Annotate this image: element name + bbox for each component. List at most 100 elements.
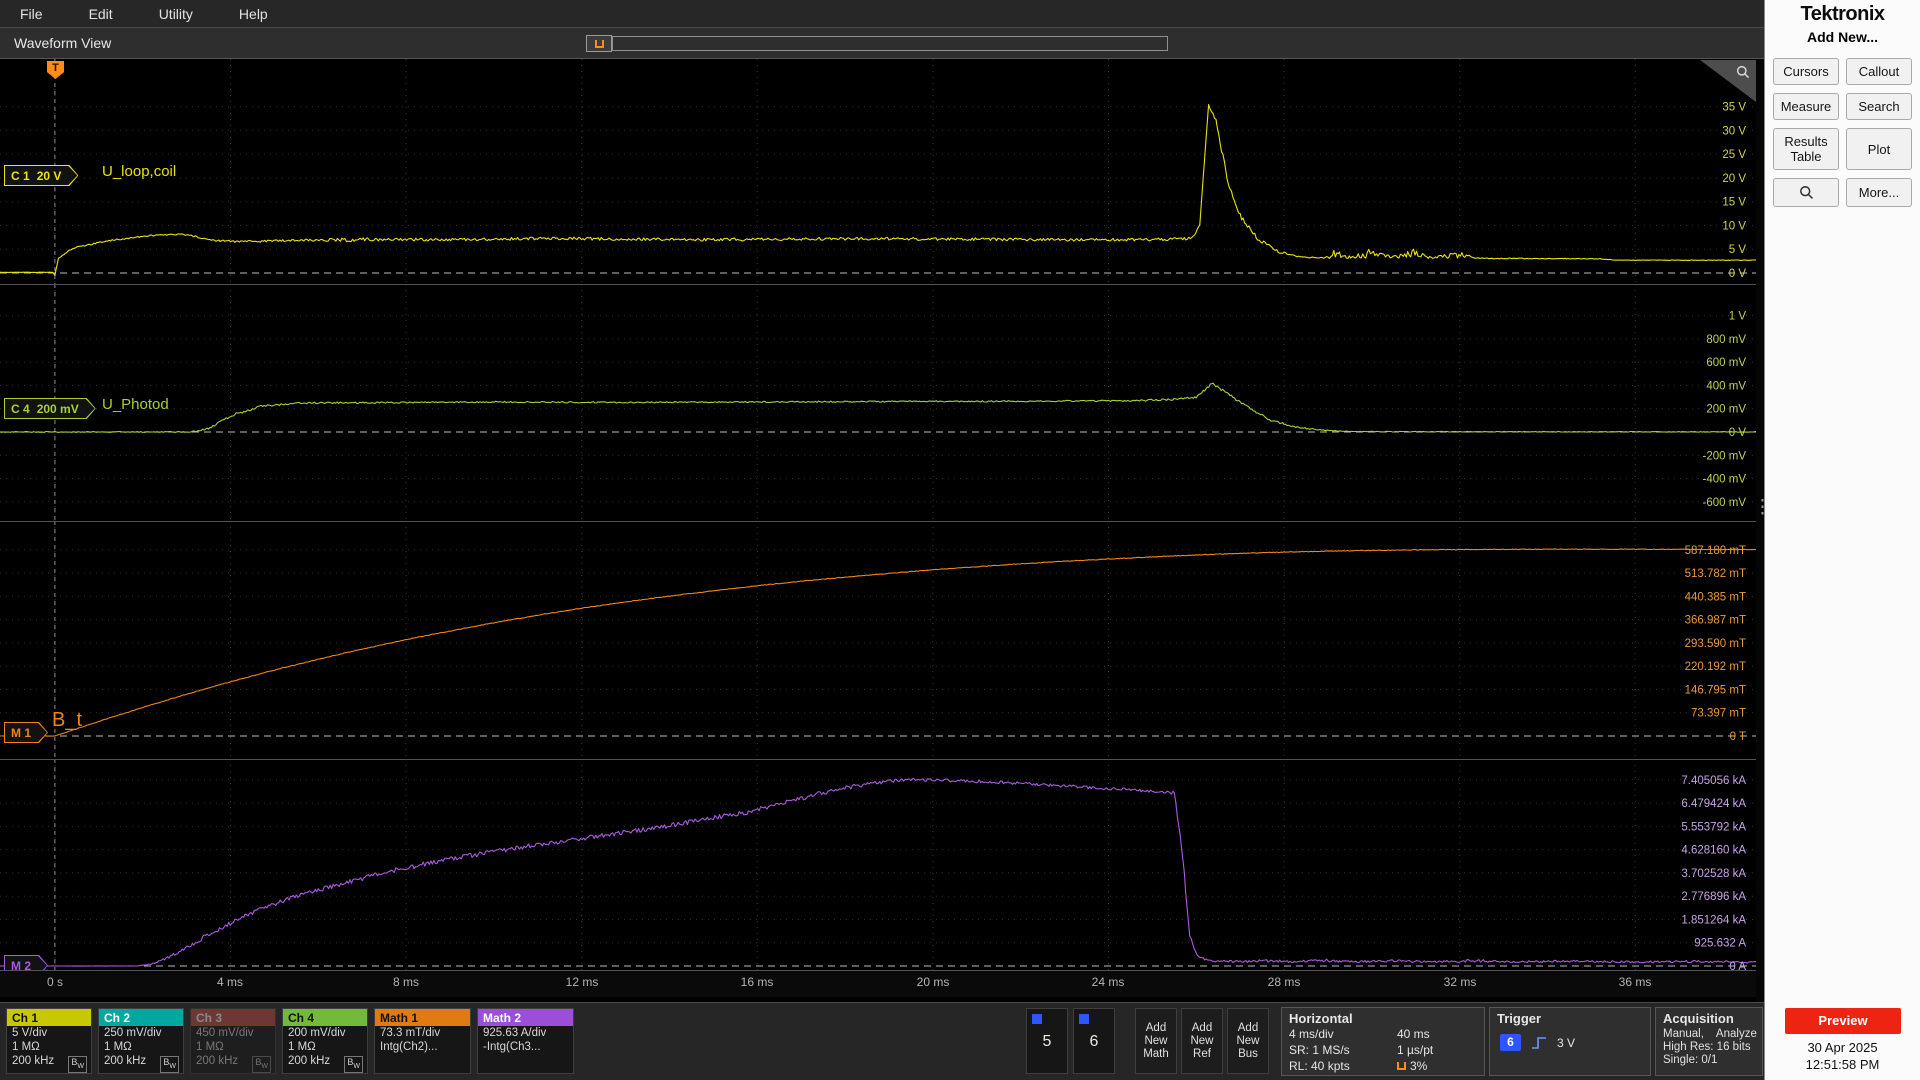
cursors-button[interactable]: Cursors <box>1773 58 1839 85</box>
channel-6-indicator <box>1079 1014 1089 1024</box>
badge-detail: 200 kHz BW <box>283 1054 367 1073</box>
menu-utility[interactable]: Utility <box>159 6 193 22</box>
y-axis-tick-label: -200 mV <box>1703 450 1747 462</box>
waveform-view-titlebar: Waveform View <box>0 28 1764 59</box>
y-axis-tick-label: 4.628160 kA <box>1681 845 1746 857</box>
record-length: RL: 40 kpts <box>1289 1059 1350 1073</box>
waveform-plot-area[interactable]: 7.405056 kA 6.479424 kA 5.553792 kA 4.62816… <box>0 59 1756 1003</box>
y-axis-tick-label: 293.590 mT <box>1685 638 1746 650</box>
menu-help[interactable]: Help <box>239 6 268 22</box>
horizontal-window: 40 ms <box>1397 1027 1430 1041</box>
measure-button[interactable]: Measure <box>1773 93 1839 120</box>
add-new-bus-button[interactable]: Add New Bus <box>1227 1008 1269 1074</box>
badge-detail: 200 kHz BW <box>191 1054 275 1073</box>
y-axis-tick-label: 146.795 mT <box>1685 685 1746 697</box>
menu-file[interactable]: File <box>20 6 43 22</box>
channel-6-label: 6 <box>1089 1033 1099 1050</box>
horizontal-panel[interactable]: Horizontal 4 ms/div 40 ms SR: 1 MS/s 1 µ… <box>1281 1007 1485 1076</box>
magnifier-icon <box>1799 186 1813 199</box>
trace-math1 <box>0 548 1756 737</box>
bus-label: Bus <box>1238 1047 1258 1060</box>
panel-separator <box>0 284 1756 285</box>
add-new-math-button[interactable]: Add New Math <box>1135 1008 1177 1074</box>
y-axis-tick-label: 925.632 A <box>1694 938 1746 950</box>
settings-bar: Ch 15 V/div 1 MΩ 200 kHz BW Ch 2 250 mV/div 1 … <box>0 1002 1764 1080</box>
trigger-source-badge[interactable]: 6 <box>1500 1034 1521 1051</box>
panel-separator <box>0 521 1756 522</box>
horizontal-zoom-scrollbar[interactable] <box>612 36 1168 51</box>
badge-detail: Intg(Ch2)... <box>380 1041 438 1053</box>
badge-detail: 1 MΩ <box>104 1041 132 1053</box>
badge-detail: 200 kHz BW <box>7 1054 91 1073</box>
settings-badge-ch-4[interactable]: Ch 4 200 mV/div 1 MΩ 200 kHz BW <box>282 1008 368 1074</box>
right-panel: Tektronix Add New... Cursors Callout Mea… <box>1764 0 1920 1080</box>
acquisition-mode: Manual, <box>1663 1028 1704 1040</box>
badge-detail: 5 V/div <box>12 1027 48 1039</box>
y-axis-tick-label: 7.405056 kA <box>1681 775 1746 787</box>
waveform-view-title: Waveform View <box>14 35 112 51</box>
search-button[interactable]: Search <box>1846 93 1912 120</box>
trace-ch1 <box>0 104 1756 277</box>
y-axis-tick-label: 5 V <box>1729 244 1747 256</box>
settings-badge-ch-2[interactable]: Ch 2 250 mV/div 1 MΩ 200 kHz BW <box>98 1008 184 1074</box>
y-axis-tick-label: 25 V <box>1722 149 1746 161</box>
channel-6-button[interactable]: 6 <box>1073 1008 1115 1074</box>
menu-bar: File Edit Utility Help <box>0 0 1764 27</box>
waveform-panel-math2[interactable]: 7.405056 kA 6.479424 kA 5.553792 kA 4.62816… <box>0 759 1756 970</box>
settings-badge-ch-1[interactable]: Ch 15 V/div 1 MΩ 200 kHz BW <box>6 1008 92 1074</box>
y-axis-tick-label: 73.397 mT <box>1691 708 1746 720</box>
math-1-handle[interactable]: M 1 <box>4 722 48 743</box>
bandwidth-limit-icon: BW <box>160 1056 179 1073</box>
x-axis-tick-label: 20 ms <box>916 975 950 989</box>
results-table-button[interactable]: Results Table <box>1773 128 1839 170</box>
settings-badge-ch-3[interactable]: Ch 3 450 mV/div 1 MΩ 200 kHz BW <box>190 1008 276 1074</box>
trace-math2 <box>0 777 1756 967</box>
trigger-panel[interactable]: Trigger 6 3 V <box>1489 1007 1651 1076</box>
waveform-panel-math1[interactable]: 587.180 mT 513.782 mT 440.385 mT 366.987 mT… <box>0 521 1756 759</box>
waveform-panel-ch4[interactable]: 1 V 800 mV 600 mV 400 mV 200 mV 0 V -200 mV -40… <box>0 284 1756 521</box>
y-axis-tick-label: 0 V <box>1729 427 1747 439</box>
channel-1-trace-label[interactable]: U_loop,coil <box>102 163 176 180</box>
trigger-level: 3 V <box>1557 1035 1576 1050</box>
badge-title: Ch 2 <box>99 1009 183 1026</box>
badge-detail: 925.63 A/div <box>483 1027 547 1039</box>
channel-badges-row: Ch 15 V/div 1 MΩ 200 kHz BW Ch 2 250 mV/div 1 … <box>6 1008 574 1074</box>
math-1-trace-label[interactable]: B_t <box>52 709 82 732</box>
zoom-button[interactable] <box>1773 178 1839 207</box>
y-axis-tick-label: 1 V <box>1729 311 1747 323</box>
channel-4-handle[interactable]: C 4 200 mV <box>4 398 96 419</box>
horizontal-position-value: 3% <box>1410 1059 1428 1073</box>
callout-button[interactable]: Callout <box>1846 58 1912 85</box>
add-label: Add <box>1191 1021 1213 1034</box>
plot-button[interactable]: Plot <box>1846 128 1912 170</box>
x-axis-tick-label: 24 ms <box>1091 975 1125 989</box>
badge-title: Ch 4 <box>283 1009 367 1026</box>
x-axis: 0 s 4 ms 8 ms 12 ms 16 ms 20 ms 24 ms 28 ms 32 m… <box>0 970 1756 997</box>
horizontal-position: 3% <box>1397 1059 1478 1073</box>
trace-ch4 <box>0 382 1756 433</box>
acquisition-count: Single: 0/1 <box>1663 1054 1718 1066</box>
badge-detail: -Intg(Ch3... <box>483 1041 541 1053</box>
sample-rate: SR: 1 MS/s <box>1289 1043 1350 1057</box>
acquisition-resolution: High Res: 16 bits <box>1663 1041 1751 1053</box>
acquisition-panel[interactable]: Acquisition Manual, Analyze High Res: 16… <box>1655 1007 1763 1076</box>
new-label: New <box>1236 1034 1260 1047</box>
settings-badge-math-1[interactable]: Math 1 73.3 mT/div Intg(Ch2)... <box>374 1008 471 1074</box>
channel-4-trace-label[interactable]: U_Photod <box>102 396 169 413</box>
add-new-ref-button[interactable]: Add New Ref <box>1181 1008 1223 1074</box>
waveform-panel-ch1[interactable]: 35 V 30 V 25 V 20 V 15 V 10 V 5 V 0 V <box>0 59 1756 284</box>
y-axis-tick-label: 15 V <box>1722 197 1746 209</box>
acquisition-analyze: Analyze <box>1715 1028 1757 1040</box>
menu-edit[interactable]: Edit <box>89 6 113 22</box>
badge-title: Math 2 <box>478 1009 573 1026</box>
horizontal-position-icon <box>1397 1062 1406 1070</box>
badge-detail: 1 MΩ <box>196 1041 224 1053</box>
bandwidth-limit-icon: BW <box>344 1056 363 1073</box>
channel-1-handle[interactable]: C 1 20 V <box>4 165 78 186</box>
settings-badge-math-2[interactable]: Math 2 925.63 A/div -Intg(Ch3... <box>477 1008 574 1074</box>
y-axis-tick-label: 30 V <box>1722 125 1746 137</box>
channel-5-button[interactable]: 5 <box>1026 1008 1068 1074</box>
horizontal-scrollbar-handle[interactable] <box>586 35 612 52</box>
more-button[interactable]: More... <box>1846 178 1912 207</box>
preview-button[interactable]: Preview <box>1785 1008 1901 1034</box>
